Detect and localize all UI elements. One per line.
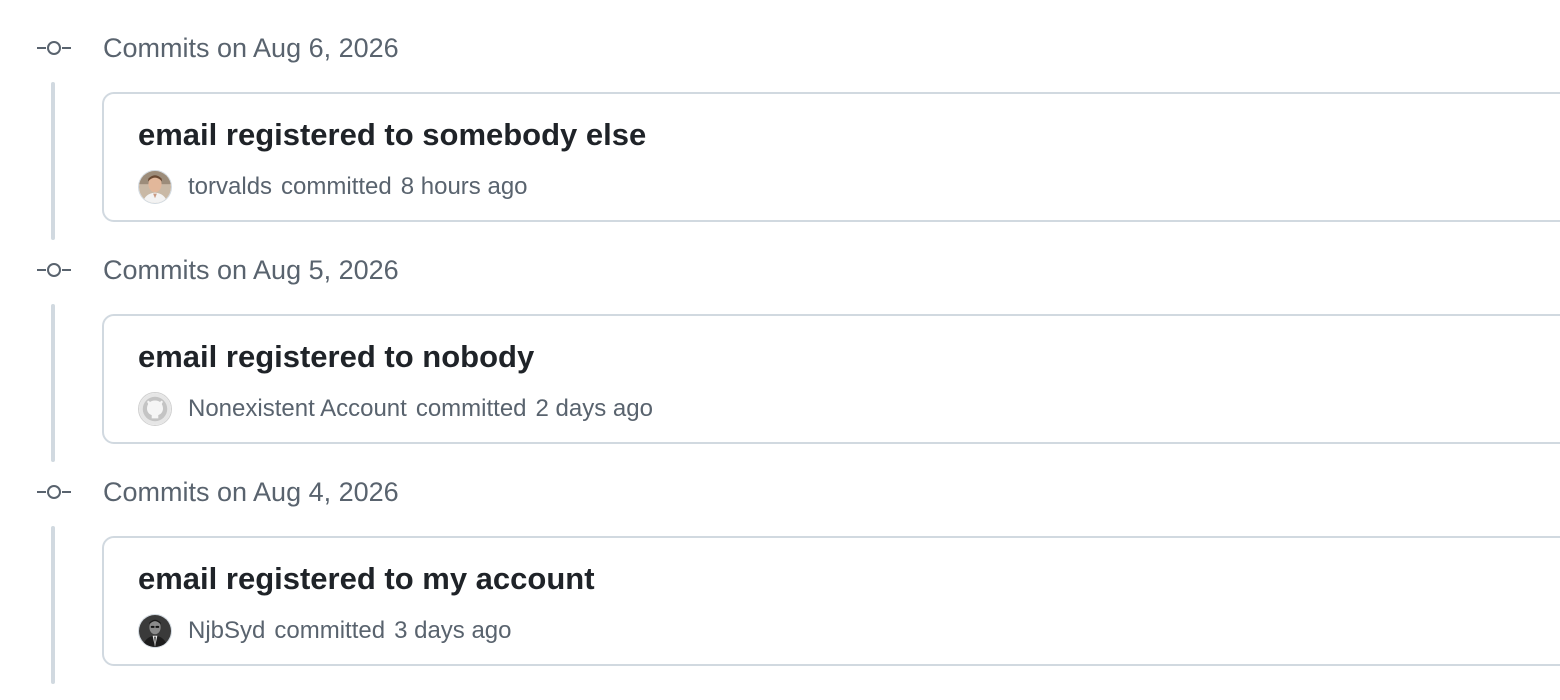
commit-title-link[interactable]: email registered to nobody xyxy=(138,338,534,376)
user-photo-avatar[interactable] xyxy=(138,614,172,648)
commit-time[interactable]: 3 days ago xyxy=(394,617,511,645)
timeline-rail xyxy=(51,304,55,462)
commit-author-link[interactable]: NjbSyd xyxy=(188,617,265,645)
timeline-rail xyxy=(51,82,55,240)
commit-meta: torvalds committed 8 hours ago xyxy=(138,169,528,205)
github-octocat-avatar xyxy=(138,392,172,426)
git-commit-icon xyxy=(37,260,71,280)
timeline-rail xyxy=(51,526,55,684)
git-commit-icon xyxy=(37,38,71,58)
git-commit-icon xyxy=(37,482,71,502)
commit-time[interactable]: 8 hours ago xyxy=(401,173,528,201)
commit-title-link[interactable]: email registered to somebody else xyxy=(138,116,646,154)
commit-group-date: Commits on Aug 5, 2026 xyxy=(103,255,399,285)
commit-verb: committed xyxy=(274,617,386,644)
commit-title-link[interactable]: email registered to my account xyxy=(138,560,595,598)
commit-card: email registered to nobody Nonexistent A… xyxy=(102,314,1560,444)
commit-verb: committed xyxy=(415,395,527,422)
commit-author-link[interactable]: torvalds xyxy=(188,173,272,201)
commit-group-header: Commits on Aug 4, 2026 xyxy=(0,470,1560,514)
commit-meta: NjbSyd committed 3 days ago xyxy=(138,613,512,649)
commit-card: email registered to somebody else torval… xyxy=(102,92,1560,222)
commit-group-date: Commits on Aug 4, 2026 xyxy=(103,477,399,507)
commit-author-name: Nonexistent Account xyxy=(188,395,407,422)
commit-group: Commits on Aug 6, 2026 email registered … xyxy=(0,0,1560,240)
commit-group-header: Commits on Aug 6, 2026 xyxy=(0,26,1560,70)
commit-meta: Nonexistent Account committed 2 days ago xyxy=(138,391,653,427)
commit-group-date: Commits on Aug 6, 2026 xyxy=(103,33,399,63)
commit-timeline: Commits on Aug 6, 2026 email registered … xyxy=(0,0,1560,700)
user-photo-avatar[interactable] xyxy=(138,170,172,204)
commit-group: Commits on Aug 4, 2026 email registered … xyxy=(0,444,1560,684)
commit-card: email registered to my account NjbSyd co… xyxy=(102,536,1560,666)
commit-time[interactable]: 2 days ago xyxy=(536,395,653,423)
commit-group: Commits on Aug 5, 2026 email registered … xyxy=(0,222,1560,462)
commit-verb: committed xyxy=(281,173,392,200)
commit-group-header: Commits on Aug 5, 2026 xyxy=(0,248,1560,292)
